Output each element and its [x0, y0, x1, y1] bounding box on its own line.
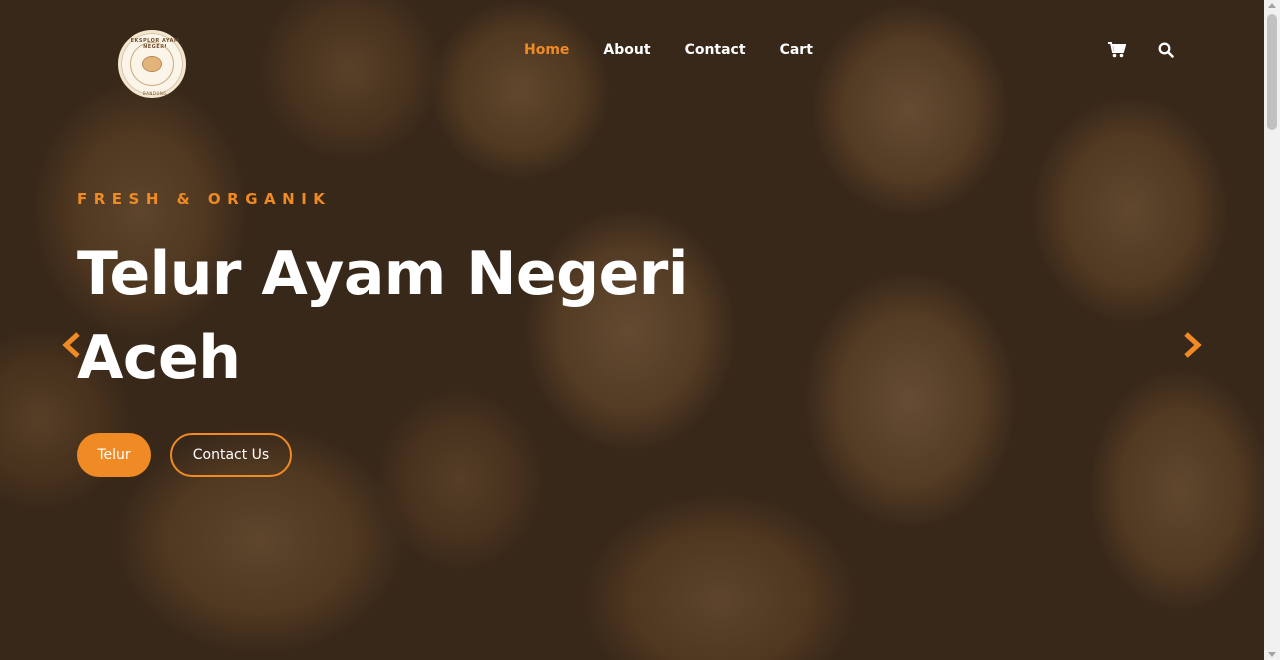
chevron-right-icon[interactable]: [1180, 330, 1204, 360]
search-icon[interactable]: [1158, 42, 1174, 58]
vertical-scrollbar[interactable]: [1264, 0, 1280, 660]
scroll-down-arrow-icon[interactable]: [1268, 652, 1276, 657]
telur-button[interactable]: Telur: [77, 433, 151, 477]
contact-us-button[interactable]: Contact Us: [170, 433, 292, 477]
logo-emblem: [130, 42, 174, 86]
chevron-left-icon[interactable]: [60, 330, 84, 360]
hero-eyebrow: FRESH & ORGANIK: [77, 190, 332, 208]
site-logo[interactable]: EKSPLOR AYAM NEGERI BANDUNG: [118, 30, 186, 98]
nav-item-about[interactable]: About: [603, 42, 650, 58]
logo-text-bottom: BANDUNG: [142, 91, 168, 96]
logo-egg-icon: [142, 56, 162, 72]
cart-icon[interactable]: [1108, 42, 1126, 58]
scrollbar-thumb[interactable]: [1267, 14, 1277, 130]
nav-item-contact[interactable]: Contact: [685, 42, 746, 58]
page: EKSPLOR AYAM NEGERI BANDUNG Home About C…: [0, 0, 1280, 660]
hero-title: Telur Ayam Negeri Aceh: [77, 239, 688, 393]
nav-item-home[interactable]: Home: [524, 42, 569, 58]
scroll-up-arrow-icon[interactable]: [1268, 3, 1276, 8]
main-nav: Home About Contact Cart: [524, 42, 813, 58]
site-header: EKSPLOR AYAM NEGERI BANDUNG Home About C…: [0, 0, 1264, 100]
nav-item-cart[interactable]: Cart: [780, 42, 813, 58]
